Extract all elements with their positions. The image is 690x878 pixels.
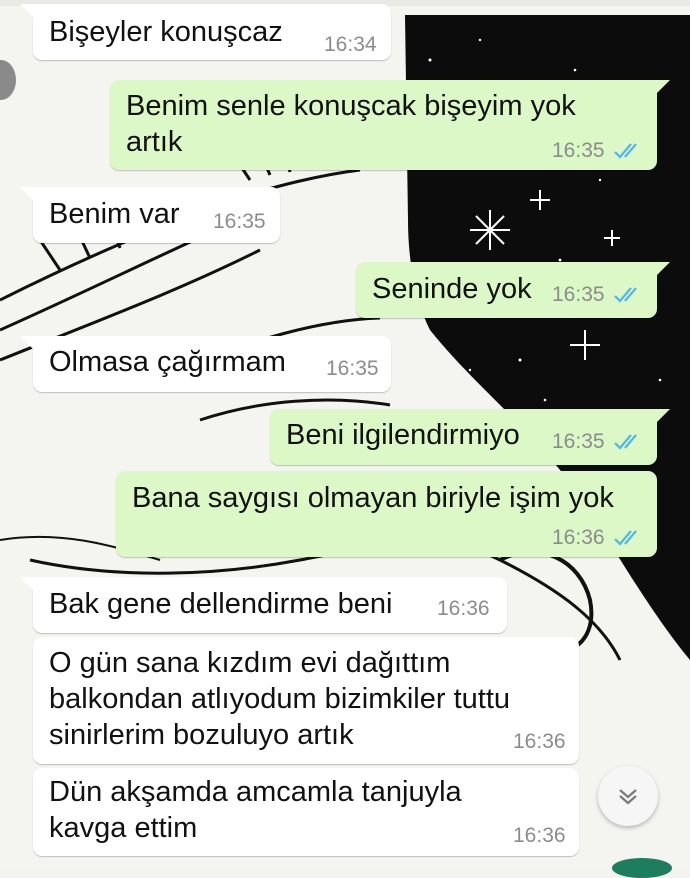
message-incoming[interactable]: O gün sana kızdım evi dağıttım balkondan… — [33, 637, 579, 764]
message-text: Olmasa çağırmam — [49, 346, 286, 378]
message-outgoing[interactable]: Benim senle konuşcak bişeyim yok artık 1… — [110, 80, 670, 170]
message-time: 16:35 — [552, 283, 605, 306]
message-outgoing[interactable]: Seninde yok 16:35 — [356, 262, 670, 318]
double-check-icon — [614, 143, 637, 159]
message-incoming[interactable]: Benim var 16:35 — [20, 187, 280, 243]
message-time: 16:35 — [552, 430, 605, 453]
message-outgoing[interactable]: Bana saygısı olmayan biriyle işim yok 16… — [116, 471, 657, 557]
scroll-down-button[interactable] — [598, 766, 658, 826]
message-incoming[interactable]: Bak gene dellendirme beni 16:36 — [20, 577, 507, 633]
message-outgoing[interactable]: Beni ilgilendirmiyo 16:35 — [270, 409, 670, 465]
message-text: Seninde yok — [372, 273, 532, 305]
message-text: Bişeyler konuşcaz — [49, 16, 283, 48]
message-text: Beni ilgilendirmiyo — [286, 419, 520, 451]
message-time: 16:36 — [437, 597, 490, 620]
message-text: Bak gene dellendirme beni — [49, 588, 393, 620]
message-text: Dün akşamda amcamla tanjuyla kavga ettim — [49, 776, 462, 844]
message-time: 16:36 — [513, 824, 566, 847]
message-incoming[interactable]: Olmasa çağırmam 16:35 — [20, 336, 391, 392]
message-text: Bana saygısı olmayan biriyle işim yok — [132, 482, 614, 514]
double-check-icon — [614, 530, 637, 546]
message-time: 16:35 — [213, 210, 266, 233]
message-time: 16:35 — [326, 357, 379, 380]
message-time: 16:36 — [552, 526, 605, 549]
message-text: Benim senle konuşcak bişeyim yok artık — [126, 90, 576, 158]
message-time: 16:35 — [552, 139, 605, 162]
message-incoming[interactable]: Dün akşamda amcamla tanjuyla kavga ettim… — [33, 768, 579, 856]
double-check-icon — [614, 287, 637, 303]
compose-fab-fragment[interactable] — [612, 858, 672, 878]
chevron-down-icon — [619, 789, 637, 805]
double-check-icon — [614, 434, 637, 450]
message-incoming[interactable]: Bişeyler konuşcaz 16:34 — [20, 4, 391, 60]
message-text: O gün sana kızdım evi dağıttım balkondan… — [49, 647, 511, 751]
message-text: Benim var — [49, 198, 180, 230]
message-time: 16:36 — [513, 730, 566, 753]
message-time: 16:34 — [324, 33, 377, 56]
